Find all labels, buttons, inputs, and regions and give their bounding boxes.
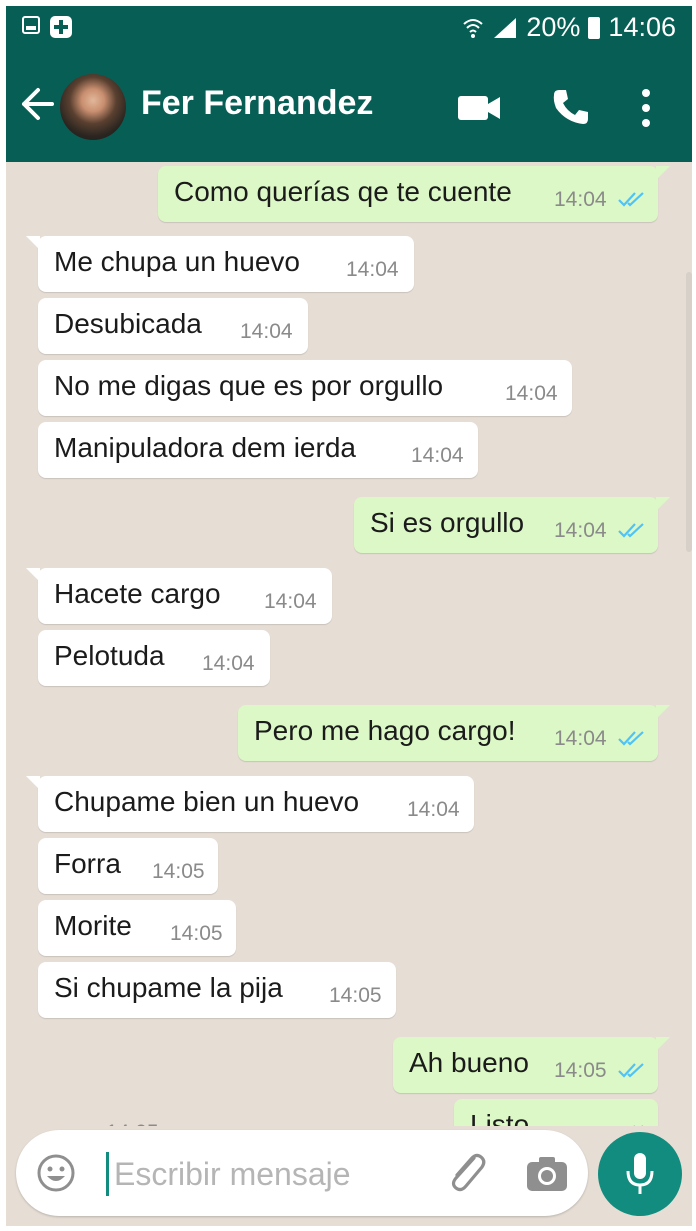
signal-icon xyxy=(494,17,517,38)
back-arrow-icon[interactable] xyxy=(20,84,56,124)
contact-name[interactable]: Fer Fernandez xyxy=(141,84,373,123)
chat-header: Fer Fernandez xyxy=(6,50,692,162)
incoming-message[interactable]: Si chupame la pija 14:05 xyxy=(38,962,396,1018)
message-text: Pelotuda xyxy=(54,640,165,671)
status-bar: 20% 14:06 xyxy=(6,6,692,50)
outgoing-message[interactable]: Pero me hago cargo! 14:04 xyxy=(238,705,670,761)
message-text: Como querías qe te cuente xyxy=(174,176,512,207)
incoming-message[interactable]: Desubicada 14:04 xyxy=(38,298,308,354)
phone-screen: 20% 14:06 Fer Fernandez Como querías qe … xyxy=(6,6,692,1226)
message-time: 14:04 xyxy=(407,798,460,821)
message-time: 14:04 xyxy=(346,258,399,281)
message-text: Si es orgullo xyxy=(370,507,525,538)
incoming-message[interactable]: Morite 14:05 xyxy=(38,900,236,956)
text-caret xyxy=(106,1152,109,1196)
phone-icon[interactable] xyxy=(552,88,590,126)
camera-icon[interactable] xyxy=(526,1156,568,1192)
gallery-notification-icon xyxy=(22,16,40,34)
incoming-message[interactable]: Forra 14:05 xyxy=(38,838,218,894)
message-text: Forra xyxy=(54,848,121,879)
message-time: 14:04 xyxy=(411,444,464,467)
read-ticks-icon xyxy=(618,1063,644,1078)
mic-icon xyxy=(626,1153,654,1194)
read-ticks-icon xyxy=(618,192,644,207)
status-time: 14:06 xyxy=(608,12,676,42)
incoming-message[interactable]: Manipuladora dem ierda 14:04 xyxy=(38,422,478,478)
message-text: Chupame bien un huevo xyxy=(54,786,360,817)
message-time: 14:05 xyxy=(329,984,382,1007)
message-text: Morite xyxy=(54,910,132,941)
message-time: 14:04 xyxy=(240,320,293,343)
outgoing-message[interactable]: Listo 14:05 xyxy=(106,1099,658,1126)
message-text: Hacete cargo xyxy=(54,578,221,609)
message-time: 14:04 xyxy=(202,652,255,675)
attach-icon[interactable] xyxy=(444,1150,488,1196)
outgoing-message[interactable]: Ah bueno 14:05 xyxy=(393,1037,670,1093)
message-time: 14:04 xyxy=(505,382,558,405)
incoming-message[interactable]: Hacete cargo 14:04 xyxy=(26,568,332,624)
read-ticks-icon xyxy=(618,731,644,746)
more-vert-icon[interactable] xyxy=(638,88,654,128)
message-time: 14:05 xyxy=(554,1059,607,1082)
message-time: 14:04 xyxy=(554,519,607,542)
message-text: Listo xyxy=(470,1109,530,1126)
message-input[interactable] xyxy=(112,1148,436,1200)
message-time: 14:04 xyxy=(264,590,317,613)
read-ticks-icon xyxy=(633,1125,643,1126)
wifi-icon xyxy=(463,18,484,38)
message-time: 14:05 xyxy=(170,922,223,945)
battery-icon xyxy=(588,16,601,39)
incoming-message[interactable]: Chupame bien un huevo 14:04 xyxy=(26,776,474,832)
message-time: 14:04 xyxy=(554,188,607,211)
message-time: 14:04 xyxy=(554,727,607,750)
message-composer xyxy=(16,1130,588,1216)
contact-avatar[interactable] xyxy=(60,74,126,140)
voice-record-button[interactable] xyxy=(598,1132,682,1216)
outgoing-message[interactable]: Si es orgullo 14:04 xyxy=(354,497,670,553)
scroll-handle[interactable] xyxy=(686,272,692,552)
message-text: Me chupa un huevo xyxy=(54,246,300,277)
message-text: Si chupame la pija xyxy=(54,972,283,1003)
battery-percent: 20% xyxy=(526,12,581,42)
add-notification-icon xyxy=(50,16,72,38)
chat-area[interactable]: Como querías qe te cuente 14:04 Me chupa u… xyxy=(6,162,692,1126)
video-call-icon[interactable] xyxy=(458,94,500,122)
outgoing-message[interactable]: Como querías qe te cuente 14:04 xyxy=(158,166,670,222)
message-time: 14:05 xyxy=(152,860,205,883)
message-text: Desubicada xyxy=(54,308,202,339)
message-text: No me digas que es por orgullo xyxy=(54,370,444,401)
read-ticks-icon xyxy=(618,523,644,538)
message-text: Pero me hago cargo! xyxy=(254,715,516,746)
incoming-message[interactable]: Me chupa un huevo 14:04 xyxy=(26,236,414,292)
message-text: Ah bueno xyxy=(409,1047,529,1078)
incoming-message[interactable]: Pelotuda 14:04 xyxy=(38,630,270,686)
message-text: Manipuladora dem ierda xyxy=(54,432,356,463)
incoming-message[interactable]: No me digas que es por orgullo 14:04 xyxy=(38,360,572,416)
emoji-icon[interactable] xyxy=(36,1153,76,1193)
message-time: 14:05 xyxy=(106,1121,159,1126)
